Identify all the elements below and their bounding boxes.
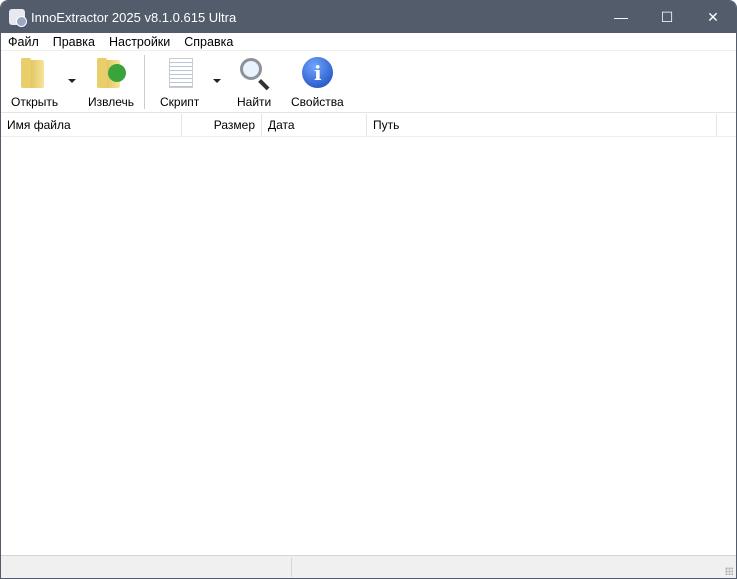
open-dropdown-arrow-icon[interactable] <box>68 79 76 83</box>
script-label: Скрипт <box>160 95 200 109</box>
column-path[interactable]: Путь <box>367 114 717 137</box>
document-icon <box>163 56 197 90</box>
menu-help[interactable]: Справка <box>177 35 240 49</box>
toolbar: Открыть Извлечь Скрипт Найти i Свойства <box>1 52 736 113</box>
open-button[interactable]: Открыть <box>11 56 58 109</box>
file-list[interactable] <box>1 138 736 555</box>
menu-settings[interactable]: Настройки <box>102 35 177 49</box>
folder-icon <box>18 56 52 90</box>
menu-file[interactable]: Файл <box>1 35 46 49</box>
resize-grip-icon[interactable] <box>725 567 733 575</box>
column-name[interactable]: Имя файла <box>1 114 182 137</box>
open-label: Открыть <box>11 95 59 109</box>
app-icon <box>9 9 27 27</box>
menu-bar: Файл Правка Настройки Справка <box>1 33 736 51</box>
minimize-button[interactable]: — <box>598 1 644 33</box>
status-bar <box>1 555 736 578</box>
status-separator <box>291 558 292 577</box>
extract-folder-icon <box>94 56 128 90</box>
info-icon: i <box>300 56 334 90</box>
close-button[interactable]: ✕ <box>690 1 736 33</box>
maximize-button[interactable]: ☐ <box>644 1 690 33</box>
app-window: InnoExtractor 2025 v8.1.0.615 Ultra — ☐ … <box>0 0 737 579</box>
properties-label: Свойства <box>291 95 344 109</box>
column-date[interactable]: Дата <box>262 114 367 137</box>
extract-button[interactable]: Извлечь <box>88 56 134 109</box>
column-size[interactable]: Размер <box>182 114 262 137</box>
script-dropdown-arrow-icon[interactable] <box>213 79 221 83</box>
toolbar-separator <box>144 55 145 109</box>
title-bar[interactable]: InnoExtractor 2025 v8.1.0.615 Ultra — ☐ … <box>1 1 736 33</box>
script-button[interactable]: Скрипт <box>160 56 199 109</box>
window-title: InnoExtractor 2025 v8.1.0.615 Ultra <box>31 9 237 25</box>
list-header: Имя файла Размер Дата Путь <box>1 114 736 137</box>
menu-edit[interactable]: Правка <box>46 35 102 49</box>
extract-label: Извлечь <box>88 95 135 109</box>
find-button[interactable]: Найти <box>237 56 271 109</box>
magnifier-icon <box>237 56 271 90</box>
properties-button[interactable]: i Свойства <box>291 56 344 109</box>
find-label: Найти <box>237 95 272 109</box>
